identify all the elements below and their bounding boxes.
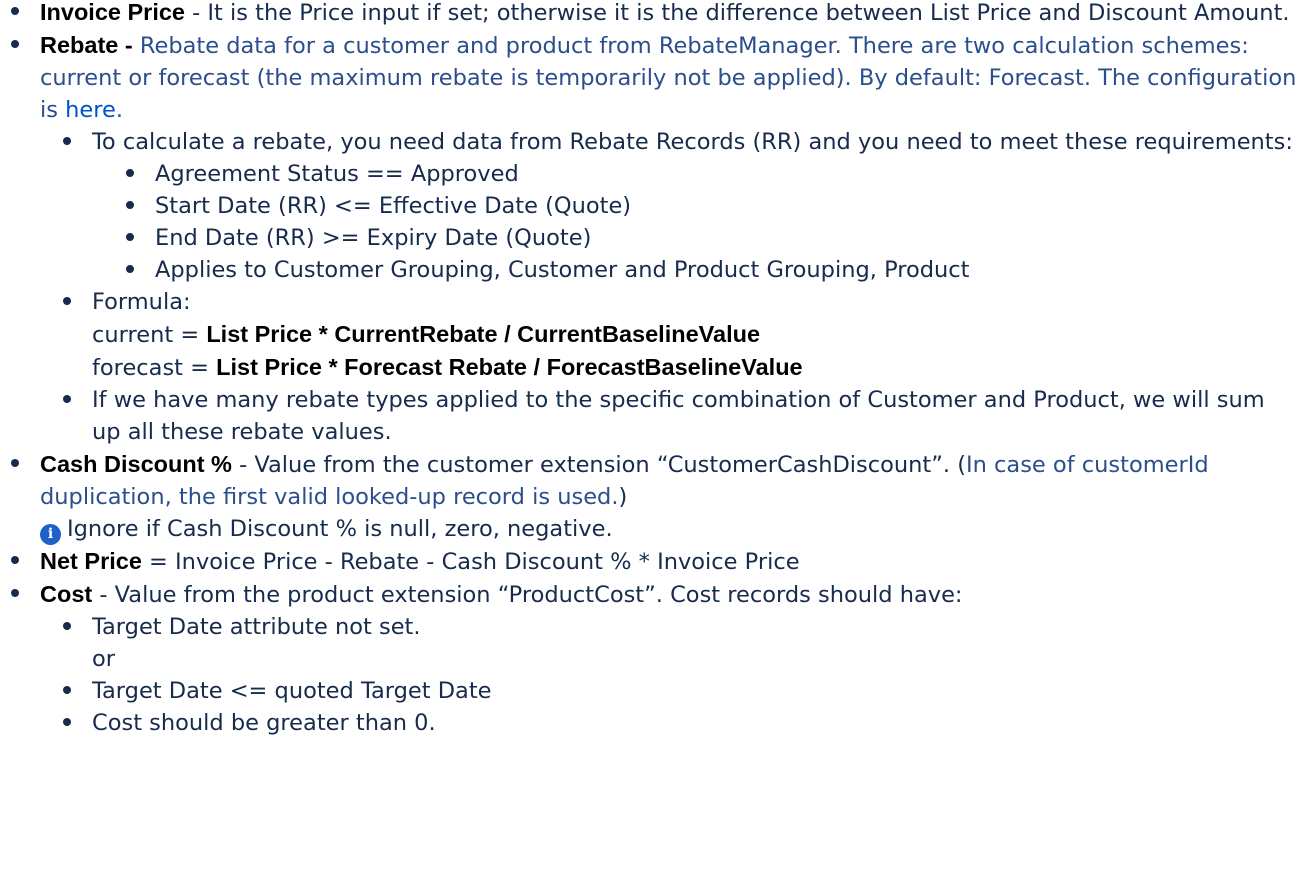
- formula-forecast-prefix: forecast =: [92, 355, 217, 381]
- rebate-description: Rebate data for a customer and product f…: [40, 33, 1297, 123]
- term-cash-discount: Cash Discount %: [40, 451, 232, 477]
- sum-note: If we have many rebate types applied to …: [92, 387, 1265, 445]
- term-rebate: Rebate -: [40, 32, 133, 58]
- list-item-net-price: Net Price = Invoice Price - Rebate - Cas…: [11, 545, 1300, 578]
- info-icon: i: [40, 524, 61, 545]
- cash-discount-info-note: i Ignore if Cash Discount % is null, zero…: [40, 513, 1300, 545]
- formula-label: Formula:: [92, 289, 191, 315]
- requirement-item: Start Date (RR) <= Effective Date (Quote…: [126, 190, 1300, 222]
- cost-sublist: Target Date attribute not set. or Target…: [63, 611, 1300, 739]
- formula-current-expression: List Price * CurrentRebate / CurrentBase…: [206, 321, 761, 347]
- cash-discount-description: - Value from the customer extension “Cus…: [231, 452, 966, 478]
- cost-condition-item: Target Date attribute not set. or: [63, 611, 1300, 675]
- document-body: Invoice Price - It is the Price input if…: [0, 0, 1300, 739]
- requirement-item: Applies to Customer Grouping, Customer a…: [126, 254, 1300, 286]
- definitions-list: Invoice Price - It is the Price input if…: [0, 0, 1300, 739]
- cost-condition-or: or: [92, 646, 116, 672]
- list-item-requirements: To calculate a rebate, you need data fro…: [63, 126, 1300, 286]
- cost-condition-a: Target Date attribute not set.: [92, 614, 421, 640]
- rebate-sublist: To calculate a rebate, you need data fro…: [63, 126, 1300, 448]
- list-item-sum-note: If we have many rebate types applied to …: [63, 384, 1300, 448]
- invoice-price-description: - It is the Price input if set; otherwis…: [185, 0, 1290, 26]
- info-note-text: Ignore if Cash Discount % is null, zero,…: [67, 516, 613, 542]
- list-item-cash-discount: Cash Discount % - Value from the custome…: [11, 448, 1300, 545]
- formula-current-prefix: current =: [92, 322, 207, 348]
- configuration-link[interactable]: here: [65, 97, 116, 123]
- formula-forecast: forecast = List Price * Forecast Rebate …: [92, 351, 1300, 384]
- requirements-list: Agreement Status == Approved Start Date …: [126, 158, 1300, 286]
- formula-forecast-expression: List Price * Forecast Rebate / ForecastB…: [216, 354, 803, 380]
- formula-current: current = List Price * CurrentRebate / C…: [92, 318, 1300, 351]
- term-cost: Cost: [40, 581, 93, 607]
- term-net-price: Net Price: [40, 548, 142, 574]
- term-invoice-price: Invoice Price: [40, 0, 185, 25]
- list-item-invoice-price: Invoice Price - It is the Price input if…: [11, 0, 1300, 29]
- list-item-rebate: Rebate - Rebate data for a customer and …: [11, 29, 1300, 448]
- requirement-item: Agreement Status == Approved: [126, 158, 1300, 190]
- requirement-item: End Date (RR) >= Expiry Date (Quote): [126, 222, 1300, 254]
- cash-discount-description-end: ): [618, 484, 628, 510]
- cost-condition-item: Target Date <= quoted Target Date: [63, 675, 1300, 707]
- cost-description: - Value from the product extension “Prod…: [92, 582, 963, 608]
- cost-condition-item: Cost should be greater than 0.: [63, 707, 1300, 739]
- rebate-description-end: .: [115, 97, 123, 123]
- list-item-formula: Formula: current = List Price * CurrentR…: [63, 286, 1300, 384]
- requirements-intro: To calculate a rebate, you need data fro…: [92, 129, 1293, 155]
- net-price-formula: = Invoice Price - Rebate - Cash Discount…: [141, 549, 800, 575]
- list-item-cost: Cost - Value from the product extension …: [11, 578, 1300, 739]
